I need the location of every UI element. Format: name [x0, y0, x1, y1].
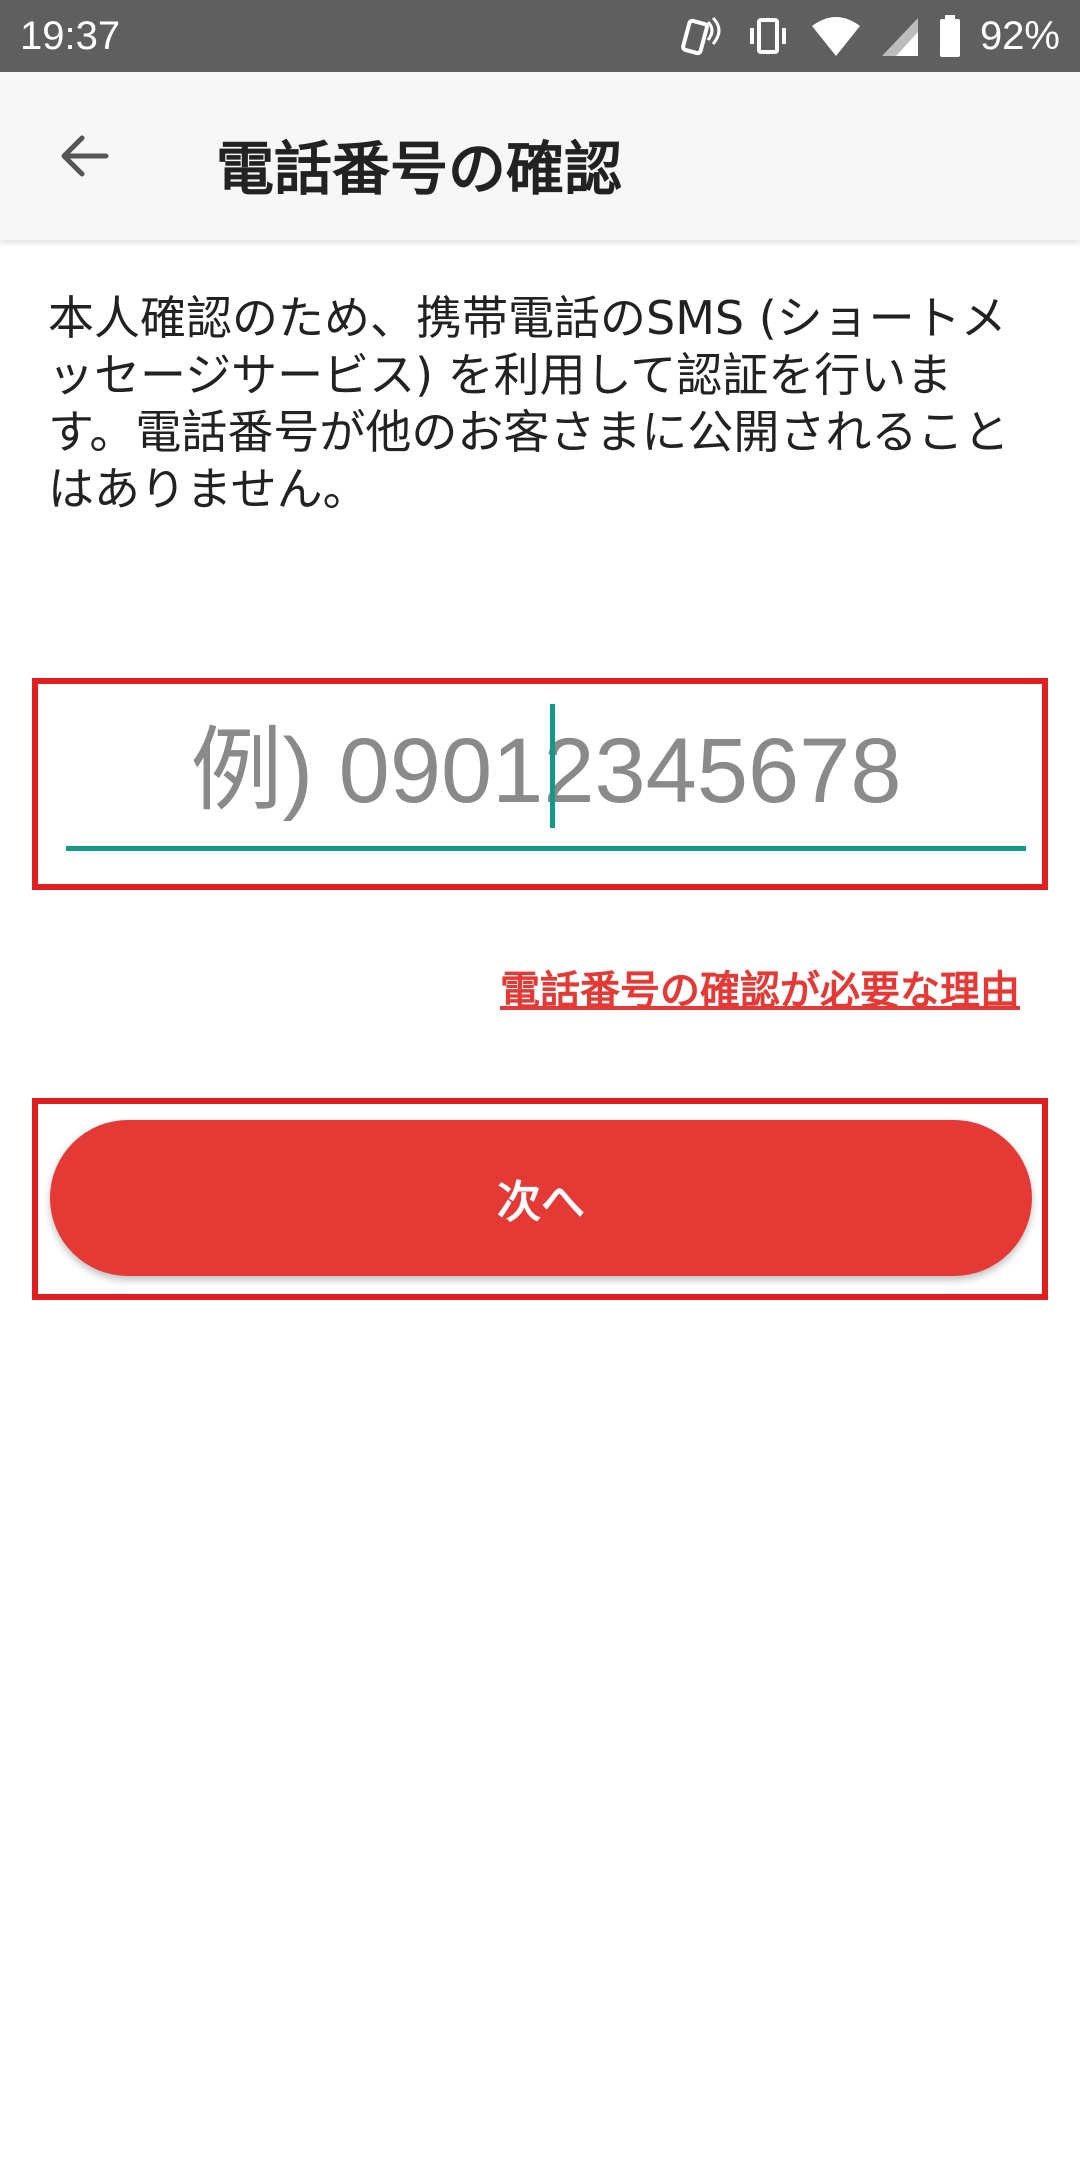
app-bar: 電話番号の確認 — [0, 72, 1080, 240]
status-bar: 19:37 92% — [0, 0, 1080, 72]
description-text: 本人確認のため、携帯電話のSMS (ショートメッセージサービス) を利用して認証… — [48, 291, 1010, 516]
battery-percent: 92% — [979, 13, 1060, 58]
page-title: 電話番号の確認 — [216, 135, 623, 203]
wifi-icon — [810, 14, 862, 58]
text-cursor — [550, 704, 555, 828]
phone-input-highlight — [32, 678, 1048, 890]
cell-signal-icon — [880, 14, 920, 58]
status-icons: 92% — [678, 12, 1060, 60]
input-underline — [66, 846, 1026, 851]
status-time: 19:37 — [20, 13, 121, 58]
arrow-left-icon — [56, 128, 112, 188]
vibrate-icon — [744, 12, 792, 60]
phone-input-container — [66, 698, 1026, 844]
nfc-phone-icon — [678, 12, 726, 60]
phone-number-input[interactable] — [66, 711, 1026, 831]
next-button-highlight: 次へ — [32, 1098, 1048, 1300]
reason-link[interactable]: 電話番号の確認が必要な理由 — [500, 958, 1020, 1016]
battery-icon — [938, 14, 962, 58]
back-button[interactable] — [32, 114, 136, 202]
next-button[interactable]: 次へ — [50, 1120, 1032, 1276]
